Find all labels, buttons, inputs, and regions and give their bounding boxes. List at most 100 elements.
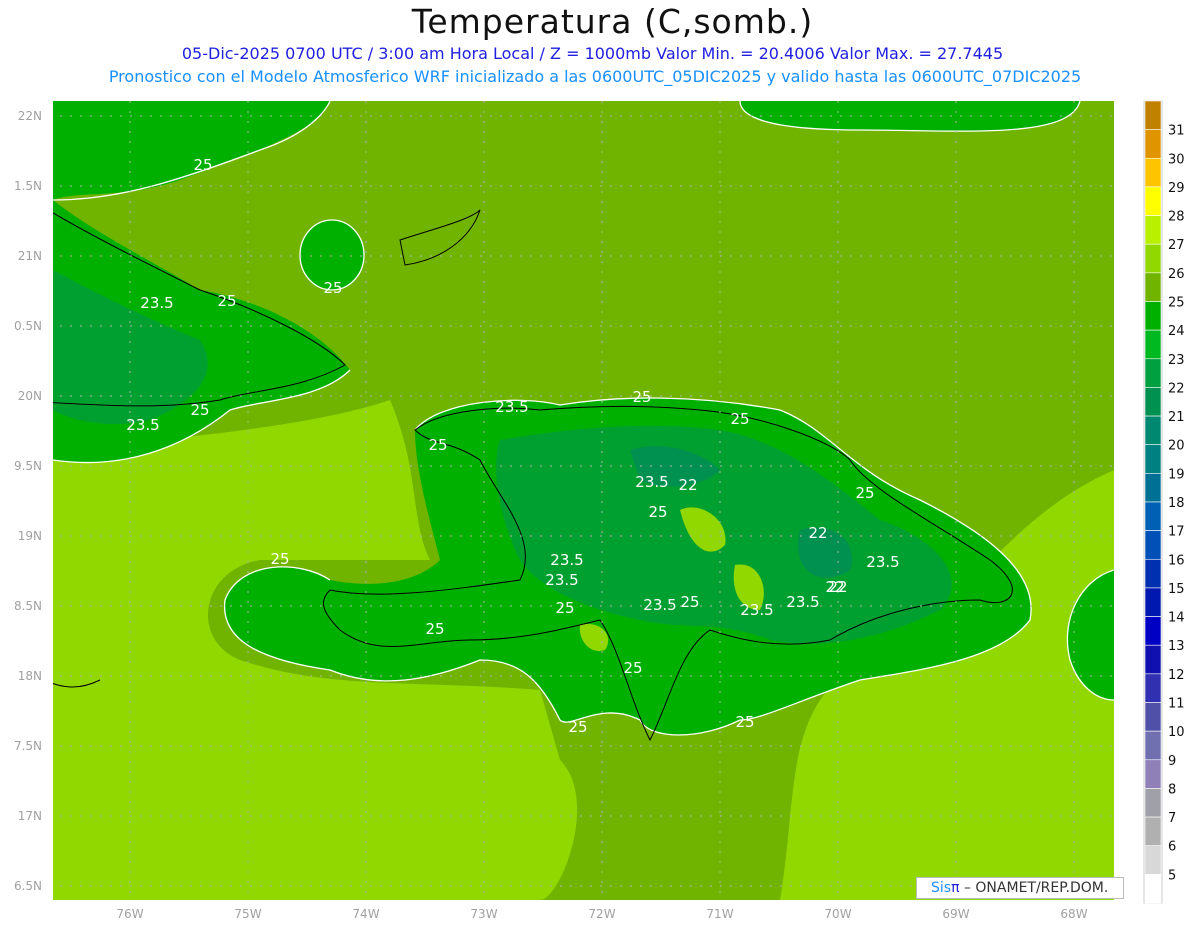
colorbar-cell — [1144, 358, 1162, 388]
colorbar-label: 29 — [1168, 181, 1185, 196]
colorbar-label: 12 — [1168, 668, 1185, 683]
colorbar-label: 27 — [1168, 238, 1185, 253]
lat-tick-label: 8.5N — [14, 599, 42, 613]
lat-tick-label: 9.5N — [14, 459, 42, 473]
colorbar-cell — [1144, 215, 1162, 245]
colorbar-label: 23 — [1168, 353, 1185, 368]
colorbar-cell — [1144, 501, 1162, 531]
colorbar-label: 13 — [1168, 639, 1185, 654]
colorbar-label: 25 — [1168, 296, 1185, 311]
colorbar-cell — [1144, 816, 1162, 847]
lat-tick-label: 1.5N — [14, 179, 42, 193]
lon-tick-label: 73W — [470, 907, 497, 921]
credit-box: Sisπ – ONAMET/REP.DOM. — [916, 877, 1124, 899]
colorbar-cell — [1144, 759, 1162, 789]
colorbar-cell — [1144, 243, 1162, 274]
contour-label: 25 — [735, 713, 754, 731]
lon-tick-label: 71W — [706, 907, 733, 921]
contour-label: 23.5 — [643, 596, 676, 614]
lat-tick-label: 19N — [18, 529, 42, 543]
colorbar-cell — [1144, 644, 1162, 675]
colorbar-label: 6 — [1168, 840, 1176, 855]
credit-org: – ONAMET/REP.DOM. — [959, 880, 1109, 896]
colorbar-label: 30 — [1168, 152, 1185, 167]
colorbar-cell — [1144, 387, 1162, 417]
colorbar-cell — [1144, 272, 1162, 302]
colorbar-cell — [1144, 329, 1162, 360]
colorbar-label: 7 — [1168, 811, 1176, 826]
colorbar-label: 31 — [1168, 124, 1185, 139]
colorbar-cell — [1144, 129, 1162, 159]
lat-tick-label: 22N — [18, 109, 42, 123]
lon-tick-label: 69W — [942, 907, 969, 921]
lon-tick-label: 68W — [1060, 907, 1087, 921]
contour-label: 25 — [648, 503, 667, 521]
contour-label: 22 — [825, 578, 844, 596]
contour-label: 25 — [270, 550, 289, 568]
forecast-time-subtitle: 05-Dic-2025 0700 UTC / 3:00 am Hora Loca… — [181, 44, 1004, 63]
lat-tick-label: 20N — [18, 389, 42, 403]
colorbar-cell — [1144, 788, 1162, 818]
temperature-map: 25252523.52523.5252523.52523.523.5222522… — [14, 100, 1185, 921]
contour-label: 25 — [568, 718, 587, 736]
contour-label: 23.5 — [140, 294, 173, 312]
lon-tick-label: 75W — [234, 907, 261, 921]
credit-sis: Sis — [931, 880, 952, 896]
colorbar-cell — [1144, 100, 1162, 130]
colorbar-cell — [1144, 558, 1162, 589]
chart-title: Temperatura (C,somb.) — [411, 2, 814, 41]
contour-label: 25 — [425, 620, 444, 638]
map-field: 25252523.52523.5252523.52523.523.5222522… — [53, 101, 1114, 900]
colorbar-cell — [1144, 616, 1162, 646]
colorbar-cell — [1144, 473, 1162, 503]
colorbar-label: 26 — [1168, 267, 1185, 282]
colorbar-label: 5 — [1168, 868, 1176, 883]
colorbar-cell — [1144, 186, 1162, 216]
colorbar-label: 14 — [1168, 611, 1185, 626]
contour-label: 25 — [193, 156, 212, 174]
contour-label: 25 — [632, 388, 651, 406]
lat-tick-label: 6.5N — [14, 879, 42, 893]
colorbar-cell — [1144, 673, 1162, 703]
credit-pi-logo: π — [951, 880, 960, 896]
colorbar-cell — [1144, 530, 1162, 560]
colorbar-cell — [1144, 444, 1162, 474]
colorbar: 31 30 29 28 27 26 25 24 23 22 21 20 19 18 17 16 15 14 13 12… — [1143, 100, 1185, 904]
contour-label: 25 — [217, 292, 236, 310]
lat-tick-label: 21N — [18, 249, 42, 263]
lat-tick-label: 7.5N — [14, 739, 42, 753]
contour-label: 23.5 — [495, 398, 528, 416]
contour-label: 23.5 — [635, 473, 668, 491]
colorbar-label: 22 — [1168, 381, 1185, 396]
colorbar-label: 21 — [1168, 410, 1185, 425]
colorbar-label: 15 — [1168, 582, 1185, 597]
colorbar-cell — [1144, 415, 1162, 446]
lat-tick-label: 18N — [18, 669, 42, 683]
colorbar-cell — [1144, 845, 1162, 875]
lon-tick-label: 72W — [588, 907, 615, 921]
contour-label: 25 — [555, 599, 574, 617]
contour-label: 23.5 — [740, 601, 773, 619]
contour-label: 23.5 — [126, 416, 159, 434]
colorbar-label: 16 — [1168, 553, 1185, 568]
colorbar-label: 17 — [1168, 525, 1185, 540]
contour-label: 25 — [730, 410, 749, 428]
contour-label: 25 — [323, 279, 342, 297]
colorbar-cell — [1144, 874, 1162, 904]
contour-label: 25 — [855, 484, 874, 502]
contour-label: 23.5 — [550, 551, 583, 569]
colorbar-cell — [1144, 301, 1162, 331]
contour-label: 22 — [678, 476, 697, 494]
contour-label: 22 — [808, 524, 827, 542]
lon-tick-label: 70W — [824, 907, 851, 921]
lon-tick-label: 76W — [116, 907, 143, 921]
colorbar-label: 10 — [1168, 725, 1185, 740]
contour-label: 25 — [680, 593, 699, 611]
contour-label: 23.5 — [545, 571, 578, 589]
colorbar-label: 20 — [1168, 439, 1185, 454]
contour-label: 23.5 — [786, 593, 819, 611]
contour-label: 25 — [623, 659, 642, 677]
contour-label: 25 — [190, 401, 209, 419]
lon-tick-label: 74W — [352, 907, 379, 921]
colorbar-label: 19 — [1168, 467, 1185, 482]
